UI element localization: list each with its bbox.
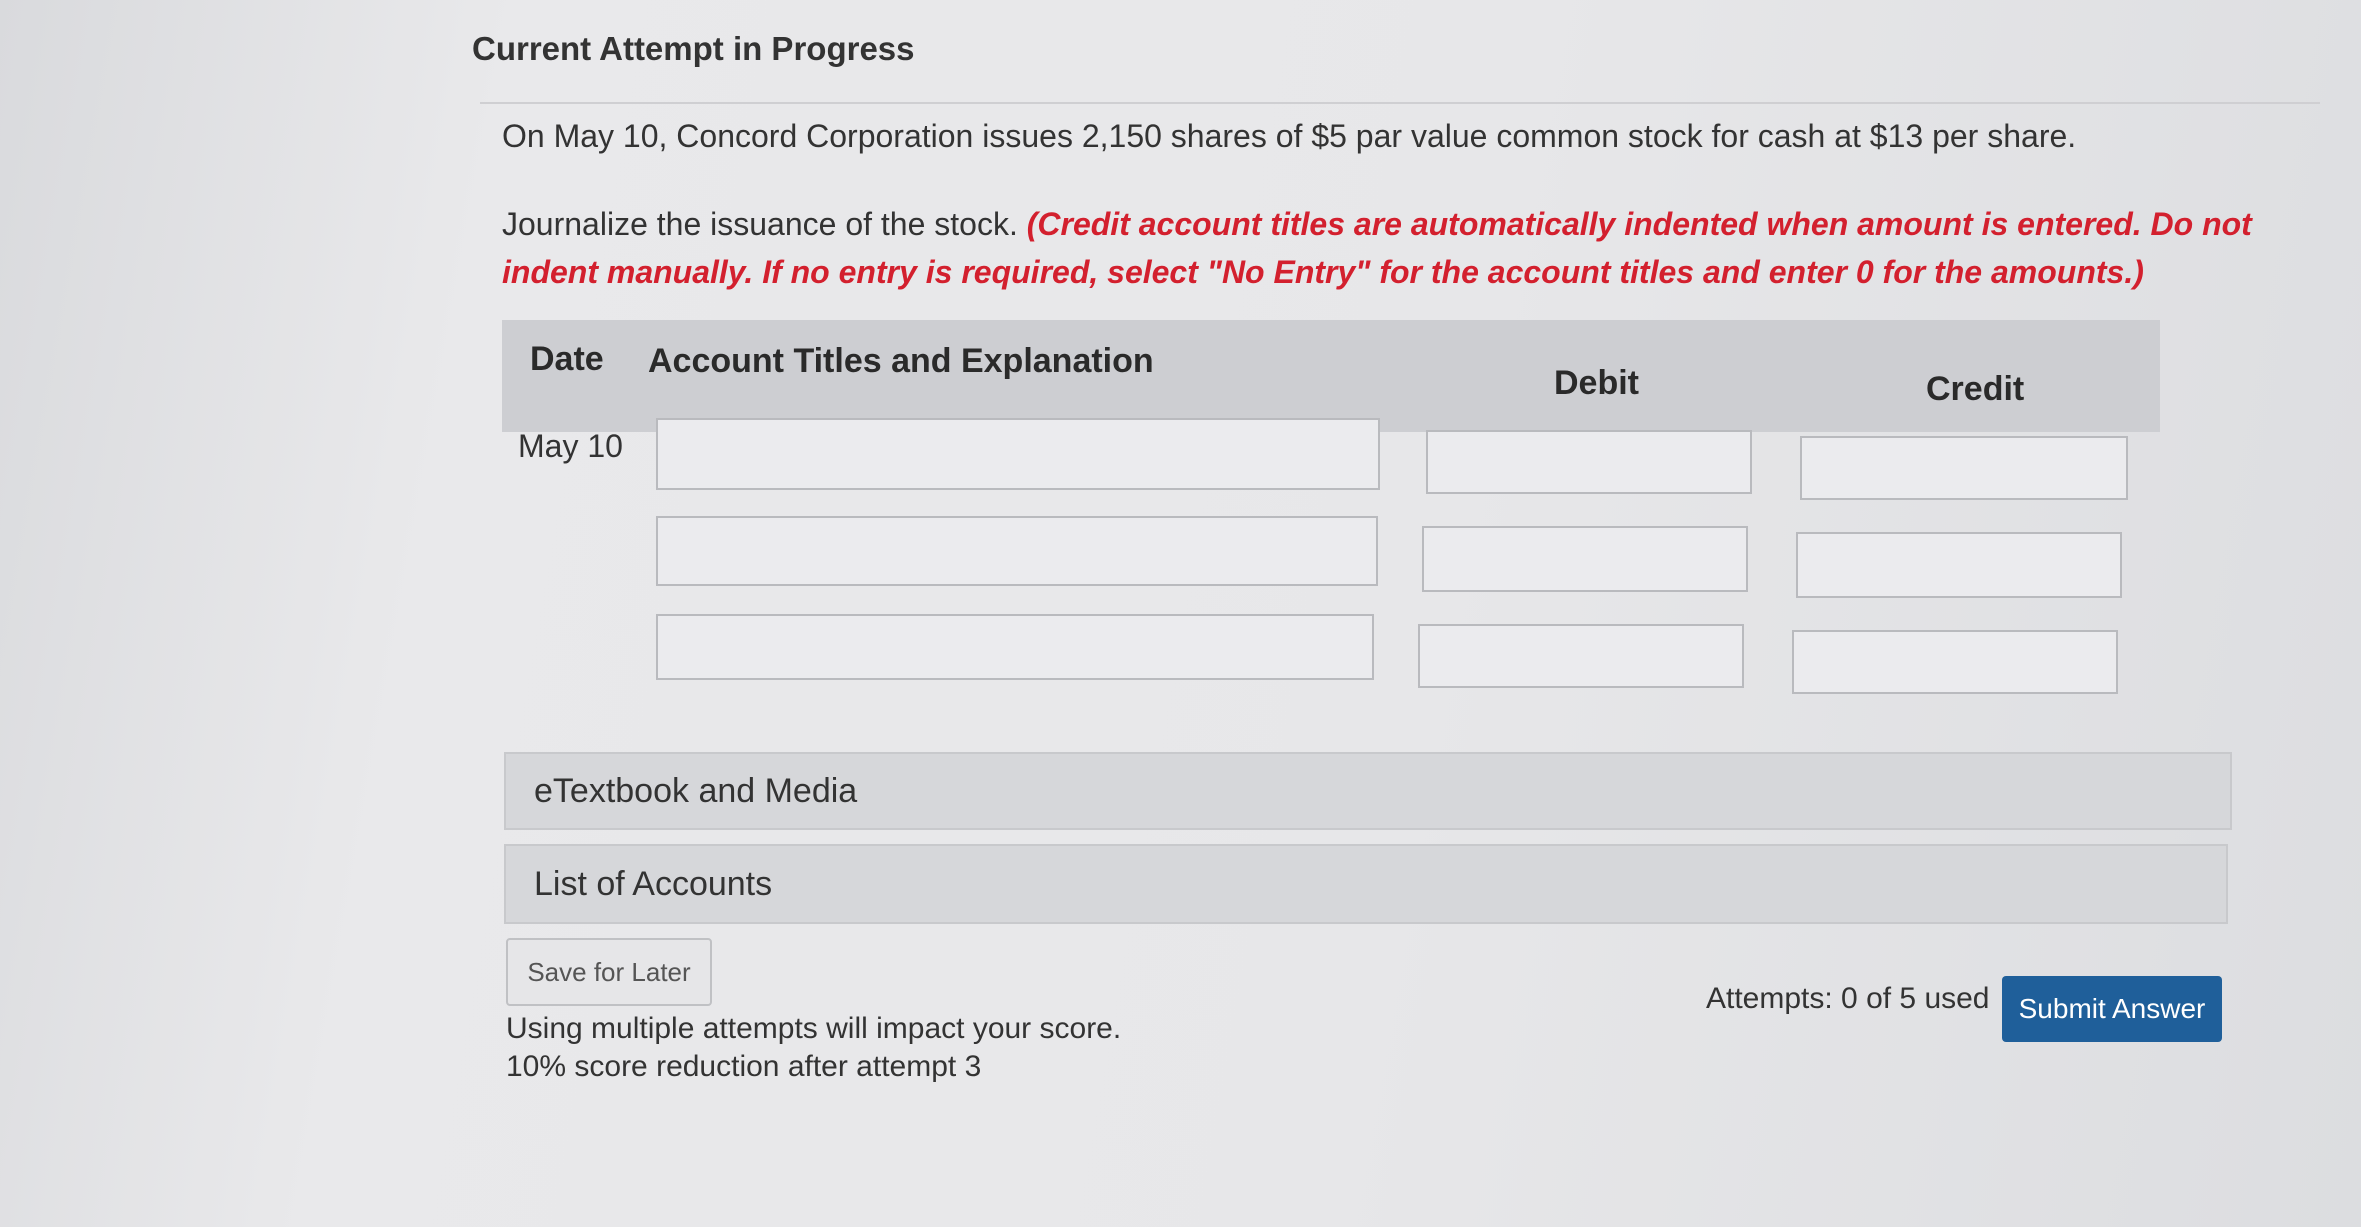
account-title-input-3[interactable] [656,614,1374,680]
instruction: Journalize the issuance of the stock. (C… [502,200,2252,296]
header-credit: Credit [1926,370,2025,408]
divider [480,102,2320,104]
journal-table: Date Account Titles and Explanation Debi… [502,320,2160,720]
row-date: May 10 [518,428,623,464]
list-of-accounts-label: List of Accounts [534,864,773,903]
credit-input-3[interactable] [1792,630,2118,694]
credit-input-2[interactable] [1796,532,2122,598]
journal-header: Date Account Titles and Explanation Debi… [502,320,2160,432]
debit-input-2[interactable] [1422,526,1748,592]
attempt-note-line-1: Using multiple attempts will impact your… [506,1012,1122,1045]
debit-input-1[interactable] [1426,430,1752,494]
save-for-later-button[interactable]: Save for Later [506,938,712,1006]
account-title-input-1[interactable] [656,418,1380,490]
header-date: Date [530,340,604,378]
etextbook-media-label: eTextbook and Media [534,771,858,810]
header-account-titles: Account Titles and Explanation [648,342,1154,380]
list-of-accounts-panel[interactable]: List of Accounts [504,844,2228,924]
attempts-counter: Attempts: 0 of 5 used [1706,982,1990,1015]
assignment-content: Current Attempt in Progress On May 10, C… [470,0,2320,1227]
account-title-input-2[interactable] [656,516,1378,586]
question-text: On May 10, Concord Corporation issues 2,… [502,118,2077,154]
etextbook-media-panel[interactable]: eTextbook and Media [504,752,2232,830]
submit-answer-button[interactable]: Submit Answer [2002,976,2222,1042]
attempt-title: Current Attempt in Progress [472,30,915,67]
debit-input-3[interactable] [1418,624,1744,688]
screen-background: Current Attempt in Progress On May 10, C… [0,0,2361,1227]
header-debit: Debit [1554,364,1639,402]
instruction-text: Journalize the issuance of the stock. [502,206,1027,242]
credit-input-1[interactable] [1800,436,2128,500]
attempt-note-line-2: 10% score reduction after attempt 3 [506,1050,982,1083]
